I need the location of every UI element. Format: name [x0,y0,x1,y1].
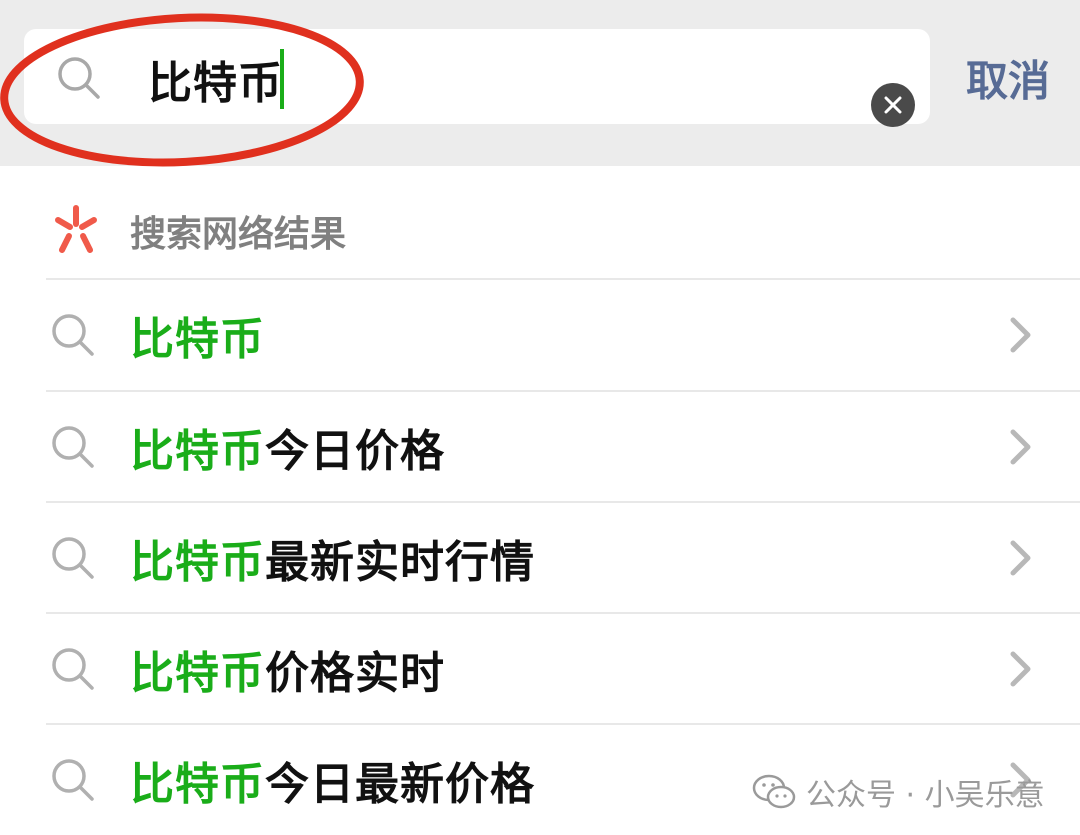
suggestion-item[interactable]: 比特币今日价格 [0,392,1080,502]
search-query: 比特币 [148,58,283,109]
clear-icon [884,96,902,114]
chevron-right-icon [1010,317,1031,353]
suggestion-rest: 今日最新价格 [265,759,535,810]
clear-button[interactable] [871,83,915,127]
cancel-button[interactable]: 取消 [966,48,1050,109]
search-icon [52,759,94,801]
search-input[interactable]: 比特币 [24,29,930,127]
chevron-right-icon [1010,540,1031,576]
search-icon [52,426,94,468]
suggestion-text: 比特币价格实时 [130,637,445,701]
suggestion-highlight: 比特币 [130,314,265,365]
suggestion-text: 比特币 [130,303,265,367]
chevron-right-icon [1010,429,1031,465]
search-bar: 比特币 取消 [0,0,1080,166]
suggestion-text: 比特币今日最新价格 [130,748,535,812]
suggestion-highlight: 比特币 [130,426,265,477]
search-icon [52,648,94,690]
ai-search-icon [55,205,97,253]
text-caret [280,49,284,109]
chevron-right-icon [1010,651,1031,687]
suggestion-rest: 最新实时行情 [265,537,535,588]
watermark: 公众号 · 小吴乐意 [752,770,1045,814]
suggestion-item[interactable]: 比特币 [0,280,1080,390]
suggestion-text: 比特币最新实时行情 [130,526,535,590]
suggestion-highlight: 比特币 [130,537,265,588]
suggestion-item[interactable]: 比特币最新实时行情 [0,503,1080,613]
suggestion-highlight: 比特币 [130,648,265,699]
suggestion-item[interactable]: 比特币价格实时 [0,614,1080,724]
search-icon [52,537,94,579]
suggestion-rest: 今日价格 [265,426,445,477]
search-icon [52,314,94,356]
web-results-label: 搜索网络结果 [130,214,347,255]
suggestion-highlight: 比特币 [130,759,265,810]
search-icon [58,57,100,99]
web-results-header[interactable]: 搜索网络结果 [0,180,1080,278]
suggestion-text: 比特币今日价格 [130,415,445,479]
wechat-icon [752,774,796,809]
watermark-text: 公众号 · 小吴乐意 [806,778,1045,813]
suggestion-rest: 价格实时 [265,648,445,699]
